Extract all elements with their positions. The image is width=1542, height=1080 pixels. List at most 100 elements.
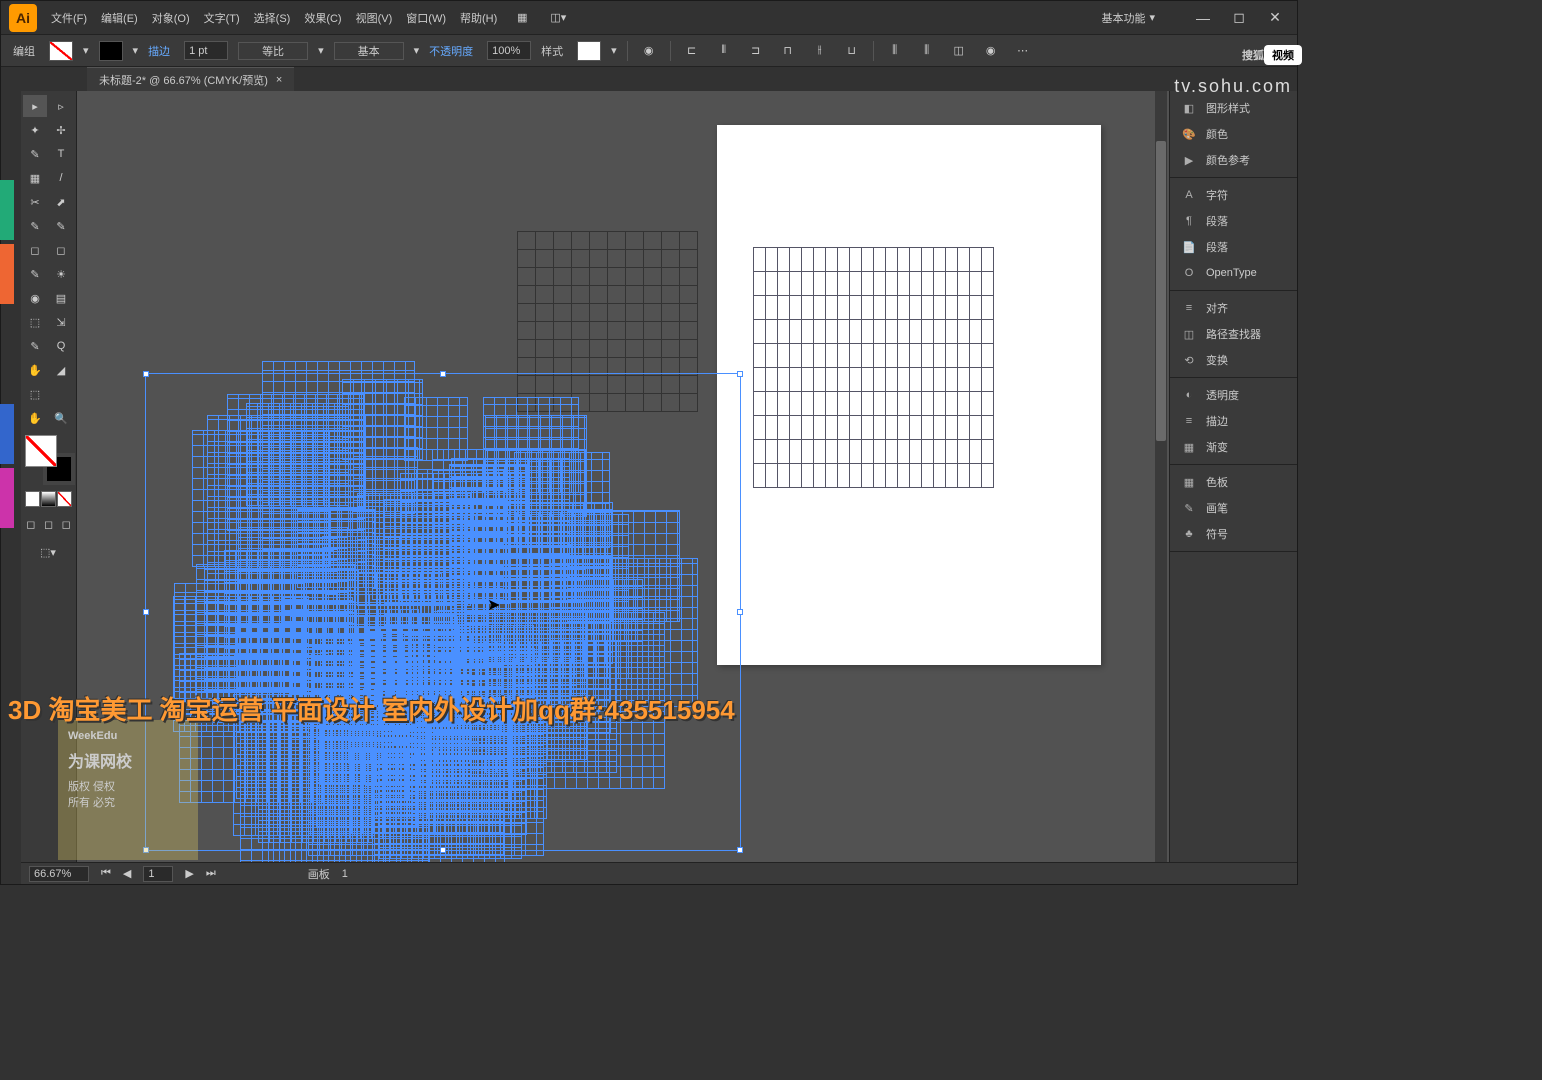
panel-颜色[interactable]: 🎨颜色 bbox=[1170, 121, 1297, 147]
screen-mode-3[interactable]: ◻ bbox=[58, 513, 74, 535]
selection-tool[interactable]: ▸ bbox=[23, 95, 47, 117]
opacity-label[interactable]: 不透明度 bbox=[429, 43, 473, 59]
artboard-tool[interactable]: ⬚ bbox=[23, 383, 47, 405]
nav-last-icon[interactable]: ⏭ bbox=[206, 867, 216, 880]
color-mode-gradient[interactable] bbox=[41, 491, 56, 507]
menu-view[interactable]: 视图(V) bbox=[356, 10, 393, 26]
large-grid-object[interactable] bbox=[753, 247, 994, 488]
vertical-scrollbar[interactable] bbox=[1155, 91, 1167, 862]
isolate-icon[interactable]: ◉ bbox=[980, 40, 1002, 62]
screen-mode-1[interactable]: ◻ bbox=[23, 513, 39, 535]
menu-type[interactable]: 文字(T) bbox=[204, 10, 240, 26]
nav-prev-icon[interactable]: ◀ bbox=[123, 867, 131, 880]
panel-渐变[interactable]: ▦渐变 bbox=[1170, 434, 1297, 460]
fill-stroke-control[interactable] bbox=[25, 435, 75, 485]
symbol-sprayer-tool[interactable]: ✋ bbox=[23, 359, 47, 381]
rectangle-tool[interactable]: / bbox=[49, 167, 73, 189]
style-swatch[interactable] bbox=[577, 41, 601, 61]
width-tool[interactable]: ✎ bbox=[23, 263, 47, 285]
pencil-tool[interactable]: ⬈ bbox=[49, 191, 73, 213]
align-m-icon[interactable]: ⫲ bbox=[809, 40, 831, 62]
line-tool[interactable]: ▦ bbox=[23, 167, 47, 189]
lasso-tool[interactable]: ✢ bbox=[49, 119, 73, 141]
paintbrush-tool[interactable]: ✂ bbox=[23, 191, 47, 213]
gradient-tool[interactable]: ⇲ bbox=[49, 311, 73, 333]
menu-effect[interactable]: 效果(C) bbox=[304, 10, 341, 26]
stroke-label[interactable]: 描边 bbox=[148, 43, 170, 59]
panel-变换[interactable]: ⟲变换 bbox=[1170, 347, 1297, 373]
color-mode-none[interactable] bbox=[57, 491, 72, 507]
panel-段落[interactable]: ¶段落 bbox=[1170, 208, 1297, 234]
align-t-icon[interactable]: ⊓ bbox=[777, 40, 799, 62]
menu-help[interactable]: 帮助(H) bbox=[460, 10, 497, 26]
zoom-input[interactable] bbox=[29, 866, 89, 882]
eraser-tool[interactable]: ✎ bbox=[49, 215, 73, 237]
workspace-selector[interactable]: 基本功能 ▾ bbox=[1101, 10, 1155, 26]
pen-tool[interactable]: ✎ bbox=[23, 143, 47, 165]
color-mode-solid[interactable] bbox=[25, 491, 40, 507]
canvas[interactable]: ➤ bbox=[77, 91, 1297, 862]
graph-tool[interactable]: ◢ bbox=[49, 359, 73, 381]
panel-透明度[interactable]: ◐透明度 bbox=[1170, 382, 1297, 408]
opacity-input[interactable] bbox=[487, 41, 531, 60]
brush-select[interactable]: 基本 bbox=[334, 42, 404, 60]
panel-段落[interactable]: 📄段落 bbox=[1170, 234, 1297, 260]
screen-mode-2[interactable]: ◻ bbox=[41, 513, 57, 535]
close-button[interactable]: ✕ bbox=[1261, 8, 1289, 28]
maximize-button[interactable]: ◻ bbox=[1225, 8, 1253, 28]
perspective-tool[interactable]: ▤ bbox=[49, 287, 73, 309]
minimize-button[interactable]: — bbox=[1189, 8, 1217, 28]
shape-builder-tool[interactable]: ◉ bbox=[23, 287, 47, 309]
panel-图形样式[interactable]: ◧图形样式 bbox=[1170, 95, 1297, 121]
panel-字符[interactable]: A字符 bbox=[1170, 182, 1297, 208]
zoom-tool[interactable]: 🔍 bbox=[49, 407, 73, 429]
menu-object[interactable]: 对象(O) bbox=[152, 10, 190, 26]
recolor-icon[interactable]: ◉ bbox=[638, 40, 660, 62]
fill-swatch[interactable] bbox=[49, 41, 73, 61]
rotate-tool[interactable]: ◻ bbox=[23, 239, 47, 261]
selected-grids-cluster[interactable] bbox=[157, 381, 737, 851]
free-transform-tool[interactable]: ☀ bbox=[49, 263, 73, 285]
stroke-weight-input[interactable] bbox=[184, 41, 228, 60]
panel-色板[interactable]: ▦色板 bbox=[1170, 469, 1297, 495]
scroll-thumb[interactable] bbox=[1156, 141, 1166, 441]
panel-颜色参考[interactable]: ▶颜色参考 bbox=[1170, 147, 1297, 173]
blob-brush-tool[interactable]: ✎ bbox=[23, 215, 47, 237]
layout-icon[interactable]: ▦ bbox=[511, 7, 533, 29]
panel-画笔[interactable]: ✎画笔 bbox=[1170, 495, 1297, 521]
arrange-icon[interactable]: ◫▾ bbox=[547, 7, 569, 29]
align-r-icon[interactable]: ⊐ bbox=[745, 40, 767, 62]
stroke-swatch[interactable] bbox=[99, 41, 123, 61]
blend-tool[interactable]: Q bbox=[49, 335, 73, 357]
fill-color[interactable] bbox=[25, 435, 57, 467]
dist-h-icon[interactable]: ⫼ bbox=[884, 40, 906, 62]
menu-window[interactable]: 窗口(W) bbox=[406, 10, 446, 26]
slice-tool[interactable] bbox=[49, 383, 73, 405]
panel-描边[interactable]: ≡描边 bbox=[1170, 408, 1297, 434]
panel-对齐[interactable]: ≡对齐 bbox=[1170, 295, 1297, 321]
nav-first-icon[interactable]: ⏮ bbox=[101, 867, 111, 880]
align-l-icon[interactable]: ⊏ bbox=[681, 40, 703, 62]
document-tab[interactable]: 未标题-2* @ 66.67% (CMYK/预览) × bbox=[87, 67, 294, 91]
panel-路径查找器[interactable]: ◫路径查找器 bbox=[1170, 321, 1297, 347]
menu-select[interactable]: 选择(S) bbox=[254, 10, 291, 26]
eyedropper-tool[interactable]: ✎ bbox=[23, 335, 47, 357]
dist-v-icon[interactable]: ⫼ bbox=[916, 40, 938, 62]
transform-icon[interactable]: ◫ bbox=[948, 40, 970, 62]
artboard-nav-input[interactable] bbox=[143, 866, 173, 882]
menu-edit[interactable]: 编辑(E) bbox=[101, 10, 138, 26]
type-tool[interactable]: T bbox=[49, 143, 73, 165]
tab-close-icon[interactable]: × bbox=[276, 74, 282, 86]
direct-selection-tool[interactable]: ▹ bbox=[49, 95, 73, 117]
more-icon[interactable]: ⋯ bbox=[1012, 40, 1034, 62]
panel-符号[interactable]: ♣符号 bbox=[1170, 521, 1297, 547]
magic-wand-tool[interactable]: ✦ bbox=[23, 119, 47, 141]
menu-file[interactable]: 文件(F) bbox=[51, 10, 87, 26]
panel-OpenType[interactable]: OOpenType bbox=[1170, 260, 1297, 286]
align-c-icon[interactable]: ⫴ bbox=[713, 40, 735, 62]
nav-next-icon[interactable]: ▶ bbox=[185, 867, 193, 880]
hand-tool[interactable]: ✋ bbox=[23, 407, 47, 429]
scale-tool[interactable]: ◻ bbox=[49, 239, 73, 261]
mesh-tool[interactable]: ⬚ bbox=[23, 311, 47, 333]
profile-select[interactable]: 等比 bbox=[238, 42, 308, 60]
